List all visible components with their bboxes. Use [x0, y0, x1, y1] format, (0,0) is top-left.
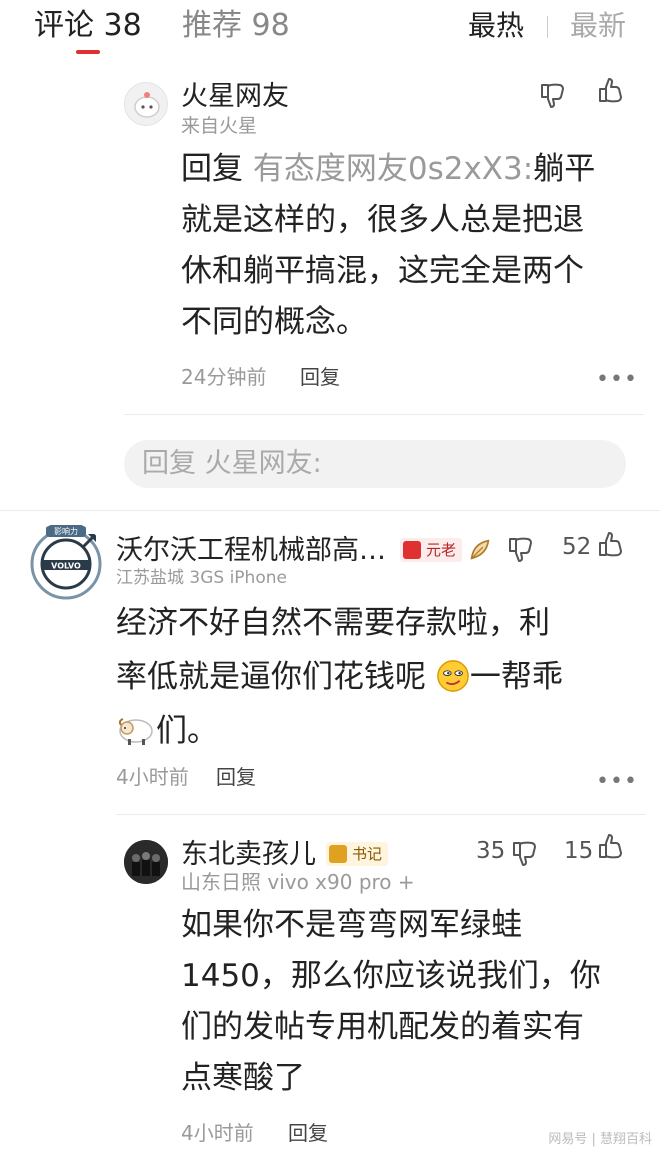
reply-prefix: 回复	[181, 151, 243, 187]
rank-badge: 元老	[400, 538, 463, 562]
reply-button[interactable]: 回复	[216, 764, 256, 790]
tab-recommend[interactable]: 推荐 98	[182, 6, 290, 46]
username[interactable]: 东北卖孩儿	[181, 838, 316, 872]
comment-text-line: 不同的概念。	[181, 304, 367, 340]
comment-text-line: 躺平	[533, 151, 596, 187]
badge-label: 书记	[352, 845, 383, 863]
sort-new-button[interactable]: 最新	[570, 6, 626, 46]
thumbs-up-icon[interactable]	[596, 530, 626, 560]
comment-body: 回复 有态度网友0s2xX3:躺平 就是这样的，很多人总是把退 休和躺平搞混，这…	[181, 144, 631, 348]
thumbs-down-icon[interactable]	[510, 838, 540, 868]
comment-text-line: 休和躺平搞混，这完全是两个	[181, 253, 584, 289]
reply-input-placeholder: 回复 火星网友:	[142, 448, 322, 479]
avatar[interactable]	[124, 840, 168, 884]
star-icon	[329, 845, 347, 863]
comment-time: 4小时前	[181, 1121, 254, 1145]
feather-icon	[470, 539, 490, 560]
section-divider	[0, 510, 660, 511]
badge-label: 元老	[426, 541, 457, 559]
comment-tabs-header: 评论 38 推荐 98 最热 最新	[0, 0, 660, 56]
tab-comments[interactable]: 评论 38	[34, 6, 142, 46]
reply-button[interactable]: 回复	[288, 1120, 328, 1146]
thumbs-down-icon[interactable]	[538, 80, 568, 110]
dislike-count: 35	[476, 838, 506, 864]
like-count: 52	[562, 534, 592, 560]
comment-text-line: 们。	[156, 713, 218, 749]
comment-body: 经济不好自然不需要存款啦，利 率低就是逼你们花钱呢 一帮乖 们。	[116, 596, 636, 758]
comment-text-line: 一帮乖	[469, 659, 563, 695]
rank-badge: 书记	[326, 842, 389, 866]
comment-text-line: 经济不好自然不需要存款啦，利	[116, 605, 550, 641]
avatar[interactable]: VOLVO 影响力	[26, 522, 106, 602]
user-location: 来自火星	[181, 115, 258, 137]
like-count: 15	[564, 838, 594, 864]
sort-divider	[547, 16, 548, 38]
group-photo-avatar-icon	[124, 840, 168, 884]
reply-input[interactable]: 回复 火星网友:	[124, 440, 626, 488]
mars-avatar-icon	[134, 92, 160, 118]
sheep-emoji-icon	[118, 718, 153, 745]
comment-text-line: 就是这样的，很多人总是把退	[181, 202, 584, 238]
comment-text-line: 们的发帖专用机配发的着实有	[181, 1009, 584, 1045]
svg-text:VOLVO: VOLVO	[51, 562, 81, 571]
comment-text-line: 点寒酸了	[181, 1060, 305, 1096]
comment-text-line: 1450，那么你应该说我们，你	[181, 958, 601, 994]
watermark: 网易号 | 慧翔百科	[548, 1132, 652, 1147]
divider	[124, 414, 644, 415]
comment-time: 24分钟前	[181, 365, 267, 389]
comment-time: 4小时前	[116, 765, 189, 789]
volvo-logo-avatar-icon: VOLVO 影响力	[30, 525, 102, 600]
comment-body: 如果你不是弯弯网军绿蛙 1450，那么你应该说我们，你 们的发帖专用机配发的着实…	[181, 900, 641, 1104]
user-location: 江苏盐城 3GS iPhone	[116, 568, 287, 588]
shield-icon	[403, 541, 421, 559]
thumbs-up-icon[interactable]	[596, 76, 626, 106]
username[interactable]: 火星网友	[181, 80, 289, 114]
active-tab-indicator	[76, 50, 100, 54]
thumbs-down-icon[interactable]	[506, 534, 536, 564]
username[interactable]: 沃尔沃工程机械部高…	[116, 534, 386, 568]
svg-text:影响力: 影响力	[54, 526, 78, 536]
user-location: 山东日照 vivo x90 pro +	[181, 870, 415, 894]
reply-button[interactable]: 回复	[300, 364, 340, 390]
comment-text-line: 如果你不是弯弯网军绿蛙	[181, 907, 522, 943]
more-options-icon[interactable]: •••	[596, 771, 638, 793]
reply-to-user[interactable]: 有态度网友0s2xX3:	[253, 151, 533, 187]
more-options-icon[interactable]: •••	[596, 369, 638, 391]
sort-hot-button[interactable]: 最热	[468, 6, 524, 46]
thumbs-up-icon[interactable]	[596, 832, 626, 862]
comment-text-line: 率低就是逼你们花钱呢	[116, 659, 426, 695]
avatar[interactable]	[124, 82, 168, 126]
divider	[116, 814, 646, 815]
smirk-emoji-icon	[437, 660, 469, 692]
